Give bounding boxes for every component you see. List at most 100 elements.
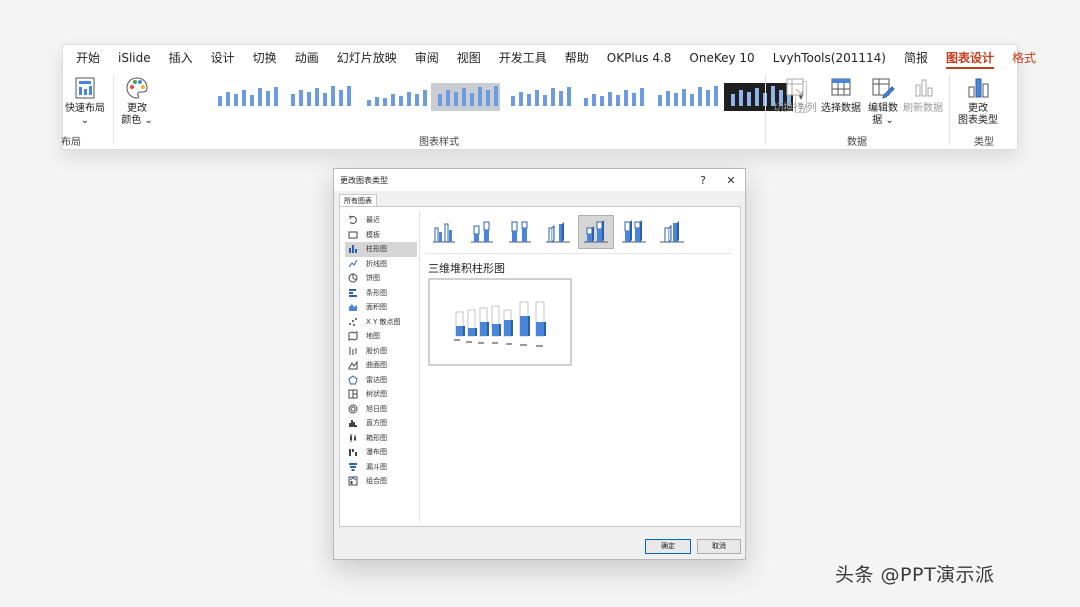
category-radar[interactable]: 雷达图 (345, 373, 417, 388)
select-data-label: 选择数据 (821, 103, 861, 114)
category-area[interactable]: 面积图 (345, 300, 417, 315)
tab-help[interactable]: 帮助 (556, 45, 598, 71)
subtype-3d-stacked-column[interactable] (578, 215, 614, 249)
ok-button[interactable]: 确定 (645, 539, 691, 554)
change-colors-label-1: 更改 (127, 103, 147, 114)
tab-onekey[interactable]: OneKey 10 (680, 45, 763, 71)
edit-data-button[interactable]: 编辑数 据 ⌄ (863, 75, 903, 127)
dialog-title: 更改图表类型 (340, 175, 388, 185)
subtype-3d-column[interactable] (654, 215, 690, 249)
ribbon: 开始 iSlide 插入 设计 切换 动画 幻灯片放映 审阅 视图 开发工具 帮… (61, 44, 1036, 150)
category-funnel[interactable]: 漏斗图 (345, 460, 417, 475)
category-treemap[interactable]: 树状图 (345, 387, 417, 402)
category-label: 最近 (366, 216, 380, 225)
tab-slideshow[interactable]: 幻灯片放映 (328, 45, 406, 71)
category-label: X Y 散点图 (366, 317, 401, 326)
quick-layout-arrow: ⌄ (80, 115, 90, 126)
tab-briefing[interactable]: 简报 (895, 45, 937, 71)
change-chart-type-icon (968, 78, 989, 98)
chart-style-4[interactable] (430, 83, 500, 111)
tab-developer[interactable]: 开发工具 (490, 45, 556, 71)
subtype-clustered-column[interactable] (426, 215, 462, 249)
category-pie[interactable]: 饼图 (345, 271, 417, 286)
category-stock[interactable]: 股价图 (345, 344, 417, 359)
treemap-icon (348, 389, 358, 399)
category-sunburst[interactable]: 旭日图 (345, 402, 417, 417)
switch-row-column-icon (786, 78, 804, 96)
chart-style-6[interactable] (577, 83, 647, 111)
chart-styles-gallery (209, 81, 795, 113)
group-chart-styles: 更改 颜色 ⌄ ▼ ☰ 图表样式 (113, 71, 807, 149)
scatter-chart-icon (349, 317, 357, 326)
subtype-percent-stacked-column[interactable] (502, 215, 538, 249)
category-label: 瀑布图 (366, 448, 387, 457)
dialog-body: 最近 模板 柱形图 折线图 饼图 条形图 面积图 X Y 散点图 地图 股价图 … (339, 206, 741, 527)
3d-column-icon (660, 221, 684, 243)
category-line[interactable]: 折线图 (345, 257, 417, 272)
category-recent[interactable]: 最近 (345, 213, 417, 228)
tab-islide[interactable]: iSlide (109, 45, 160, 71)
category-waterfall[interactable]: 瀑布图 (345, 445, 417, 460)
3d-percent-stacked-column-icon (622, 220, 646, 243)
select-data-icon (831, 78, 851, 96)
quick-layout-label: 快速布局 (65, 103, 105, 114)
category-xy-scatter[interactable]: X Y 散点图 (345, 315, 417, 330)
palette-icon (126, 77, 148, 99)
close-button[interactable]: ✕ (717, 174, 745, 187)
tab-format[interactable]: 格式 (1003, 45, 1045, 71)
separator (419, 211, 420, 522)
column-chart-icon (349, 245, 357, 254)
category-templates[interactable]: 模板 (345, 228, 417, 243)
group-layout: 快速布局 ⌄ 布局 (61, 71, 113, 149)
category-combo[interactable]: 组合图 (345, 474, 417, 489)
chart-preview[interactable] (428, 278, 572, 366)
tab-lvyhtools[interactable]: LvyhTools(201114) (764, 45, 895, 71)
category-label: 曲面图 (366, 361, 387, 370)
quick-layout-button[interactable]: 快速布局 ⌄ (63, 75, 107, 127)
change-colors-button[interactable]: 更改 颜色 ⌄ (119, 75, 155, 127)
chart-style-3[interactable] (357, 83, 427, 111)
separator (949, 75, 950, 145)
select-data-button[interactable]: 选择数据 (819, 75, 863, 115)
category-histogram[interactable]: 直方图 (345, 416, 417, 431)
refresh-data-button[interactable]: 刷新数据 (901, 75, 945, 115)
tab-review[interactable]: 审阅 (406, 45, 448, 71)
subtype-3d-clustered-column[interactable] (540, 215, 576, 249)
change-chart-type-button[interactable]: 更改 图表类型 (955, 75, 1001, 127)
change-chart-type-label-2: 图表类型 (958, 115, 998, 126)
tab-transitions[interactable]: 切换 (244, 45, 286, 71)
subtype-3d-percent-stacked-column[interactable] (616, 215, 652, 249)
help-button[interactable]: ? (689, 174, 717, 187)
chart-style-2[interactable] (284, 83, 354, 111)
3d-stacked-column-icon (584, 220, 608, 243)
subtype-stacked-column[interactable] (464, 215, 500, 249)
category-label: 地图 (366, 332, 380, 341)
area-chart-icon (349, 304, 357, 312)
funnel-icon (349, 462, 357, 471)
tab-home[interactable]: 开始 (67, 45, 109, 71)
category-label: 条形图 (366, 288, 387, 297)
combo-chart-icon (348, 476, 358, 486)
surface-chart-icon (348, 360, 358, 370)
tab-okplus[interactable]: OKPlus 4.8 (598, 45, 681, 71)
category-bar[interactable]: 条形图 (345, 286, 417, 301)
tab-insert[interactable]: 插入 (160, 45, 202, 71)
tab-view[interactable]: 视图 (448, 45, 490, 71)
category-surface[interactable]: 曲面图 (345, 358, 417, 373)
tab-design[interactable]: 设计 (202, 45, 244, 71)
chart-style-1[interactable] (211, 83, 281, 111)
chart-style-7[interactable] (650, 83, 720, 111)
change-chart-type-label-1: 更改 (968, 103, 988, 114)
tab-animations[interactable]: 动画 (286, 45, 328, 71)
category-column[interactable]: 柱形图 (345, 242, 417, 257)
category-box-whisker[interactable]: 箱形图 (345, 431, 417, 446)
category-map[interactable]: 地图 (345, 329, 417, 344)
chart-style-5[interactable] (504, 83, 574, 111)
group-chart-styles-label: 图表样式 (419, 137, 459, 148)
tab-chart-design[interactable]: 图表设计 (937, 45, 1003, 71)
group-data-label: 数据 (847, 137, 867, 148)
quick-layout-icon (75, 77, 95, 99)
category-label: 折线图 (366, 259, 387, 268)
switch-row-column-button[interactable]: 切换行/列 (771, 75, 819, 115)
cancel-button[interactable]: 取消 (697, 539, 741, 554)
